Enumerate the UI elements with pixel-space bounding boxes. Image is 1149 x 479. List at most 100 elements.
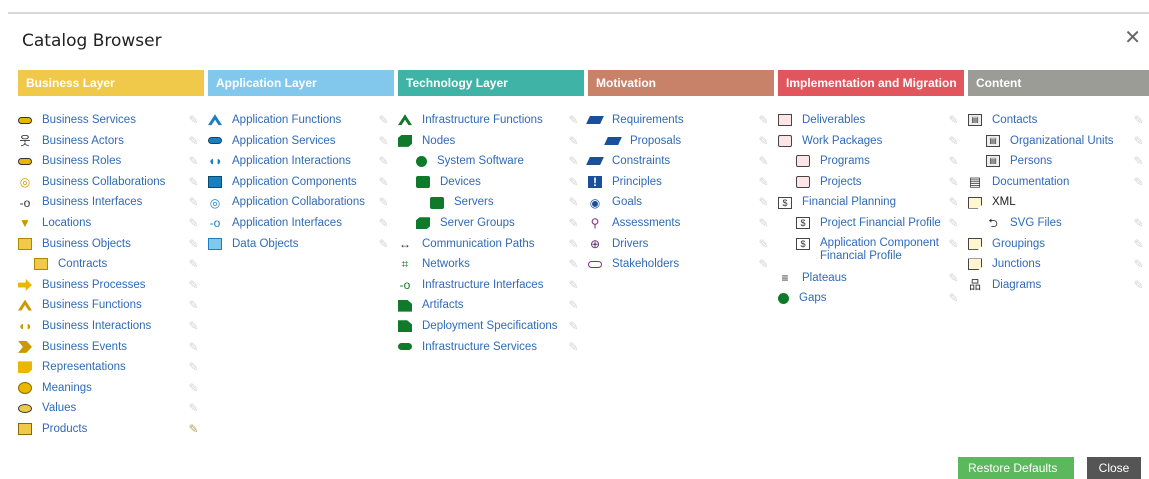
catalog-item-communication-paths[interactable]: ↔ Communication Paths ✎ [398,234,584,255]
catalog-item-values[interactable]: Values ✎ [18,398,204,419]
pin-icon[interactable]: ✎ [757,134,770,148]
catalog-item-application-interfaces[interactable]: -o Application Interfaces ✎ [208,213,394,234]
catalog-item-junctions[interactable]: Junctions ✎ [968,254,1149,275]
pin-icon[interactable]: ✎ [757,114,770,127]
catalog-item-meanings[interactable]: Meanings ✎ [18,378,204,399]
restore-defaults-button[interactable]: Restore Defaults [958,457,1074,479]
pin-icon[interactable]: ✎ [377,114,390,127]
pin-icon[interactable]: ✎ [187,175,200,189]
pin-icon[interactable]: ✎ [947,216,960,230]
pin-icon[interactable]: ✎ [187,216,200,230]
catalog-item-business-events[interactable]: Business Events ✎ [18,337,204,358]
pin-icon[interactable]: ✎ [1132,134,1145,148]
catalog-item-assessments[interactable]: ⚲ Assessments ✎ [588,213,774,234]
catalog-item-stakeholders[interactable]: Stakeholders ✎ [588,254,774,275]
pin-icon[interactable]: ✎ [757,216,770,230]
pin-icon[interactable]: ✎ [567,216,580,230]
pin-icon[interactable]: ✎ [567,299,580,312]
pin-icon[interactable]: ✎ [377,237,390,251]
pin-icon[interactable]: ✎ [947,237,960,251]
pin-icon[interactable]: ✎ [947,196,960,209]
pin-icon[interactable]: ✎ [187,155,200,168]
catalog-item-application-services[interactable]: Application Services ✎ [208,131,394,152]
pin-icon[interactable]: ✎ [377,134,390,148]
pin-icon[interactable]: ✎ [567,237,580,251]
pin-icon[interactable]: ✎ [1132,155,1145,168]
pin-icon[interactable]: ✎ [187,402,200,415]
pin-icon[interactable]: ✎ [187,278,200,292]
catalog-item-server-groups[interactable]: Server Groups ✎ [398,213,584,234]
catalog-item-constraints[interactable]: Constraints ✎ [586,151,774,172]
pin-icon[interactable]: ✎ [567,258,580,271]
pin-icon[interactable]: ✎ [757,196,770,209]
catalog-item-networks[interactable]: ⌗ Networks ✎ [398,254,584,275]
pin-icon[interactable]: ✎ [1132,216,1145,230]
catalog-item-application-components[interactable]: Application Components ✎ [208,172,394,193]
catalog-item-servers[interactable]: Servers ✎ [398,192,584,213]
pin-icon[interactable]: ✎ [567,175,580,189]
catalog-item-contacts[interactable]: ▤ Contacts ✎ [968,110,1149,131]
catalog-item-business-actors[interactable]: 웃 Business Actors ✎ [18,131,204,152]
pin-icon[interactable]: ✎ [187,114,200,127]
pin-icon[interactable]: ✎ [187,340,200,354]
pin-icon[interactable]: ✎ [1132,278,1145,292]
pin-icon[interactable]: ✎ [377,175,390,189]
pin-icon[interactable]: ✎ [757,258,770,271]
catalog-item-application-interactions[interactable]: ◖◗ Application Interactions ✎ [208,151,394,172]
catalog-item-deployment-specifications[interactable]: Deployment Specifications ✎ [398,316,584,337]
catalog-item-products[interactable]: Products ✎ [18,419,204,440]
catalog-item-locations[interactable]: ▼ Locations ✎ [18,213,204,234]
close-icon[interactable]: ✕ [1124,25,1141,49]
pin-icon[interactable]: ✎ [187,319,200,333]
pin-icon[interactable]: ✎ [947,292,960,305]
pin-icon[interactable]: ✎ [187,258,200,271]
pin-icon[interactable]: ✎ [377,216,390,230]
catalog-item-project-financial-profile[interactable]: $ Project Financial Profile ✎ [778,213,964,234]
catalog-item-contracts[interactable]: Contracts ✎ [18,254,204,275]
catalog-item-business-services[interactable]: Business Services ✎ [18,110,204,131]
catalog-item-xml[interactable]: XML [968,192,1149,213]
catalog-item-gaps[interactable]: Gaps ✎ [778,288,964,309]
catalog-item-principles[interactable]: ! Principles ✎ [588,172,774,193]
pin-icon[interactable]: ✎ [947,271,960,285]
pin-icon[interactable]: ✎ [567,114,580,127]
catalog-item-business-interfaces[interactable]: -o Business Interfaces ✎ [18,192,204,213]
catalog-item-plateaus[interactable]: ≡ Plateaus ✎ [778,268,964,289]
pin-icon[interactable]: ✎ [947,155,960,168]
pin-icon[interactable]: ✎ [567,319,580,333]
catalog-item-business-objects[interactable]: Business Objects ✎ [18,234,204,255]
catalog-item-drivers[interactable]: ⊕ Drivers ✎ [588,234,774,255]
pin-icon[interactable]: ✎ [947,114,960,127]
pin-icon[interactable]: ✎ [377,196,390,209]
pin-icon[interactable]: ✎ [567,340,580,354]
catalog-item-business-roles[interactable]: Business Roles ✎ [18,151,204,172]
pin-icon[interactable]: ✎ [1132,237,1145,251]
pin-icon[interactable]: ✎ [187,361,200,374]
catalog-item-artifacts[interactable]: Artifacts ✎ [398,295,584,316]
pin-icon[interactable]: ✎ [1132,258,1145,271]
catalog-item-business-interactions[interactable]: ◖◗ Business Interactions ✎ [18,316,204,337]
catalog-item-requirements[interactable]: Requirements ✎ [586,110,774,131]
catalog-item-persons[interactable]: ▤ Persons ✎ [968,151,1149,172]
pin-icon[interactable]: ✎ [947,175,960,189]
catalog-item-programs[interactable]: Programs ✎ [778,151,964,172]
catalog-item-business-processes[interactable]: Business Processes ✎ [18,275,204,296]
pin-icon[interactable]: ✎ [1132,114,1145,127]
pin-icon[interactable]: ✎ [947,134,960,148]
pin-icon[interactable]: ✎ [567,134,580,148]
pin-icon[interactable]: ✎ [757,237,770,251]
catalog-item-application-component-financial-profile[interactable]: $ Application Component Financial Profile… [778,234,964,268]
catalog-item-svg-files[interactable]: ⮌ SVG Files ✎ [968,213,1149,234]
pin-icon[interactable]: ✎ [187,237,200,251]
catalog-item-business-collaborations[interactable]: ◎ Business Collaborations ✎ [18,172,204,193]
pin-icon[interactable]: ✎ [567,196,580,209]
catalog-item-system-software[interactable]: System Software ✎ [398,151,584,172]
pin-icon[interactable]: ✎ [1132,175,1145,189]
pin-icon-active[interactable]: ✎ [187,422,200,436]
pin-icon[interactable]: ✎ [757,175,770,189]
pin-icon[interactable]: ✎ [187,196,200,209]
catalog-item-documentation[interactable]: ▤ Documentation ✎ [968,172,1149,193]
catalog-item-diagrams[interactable]: 品 Diagrams ✎ [968,275,1149,296]
catalog-item-business-functions[interactable]: Business Functions ✎ [18,295,204,316]
catalog-item-infrastructure-interfaces[interactable]: -o Infrastructure Interfaces ✎ [398,275,584,296]
